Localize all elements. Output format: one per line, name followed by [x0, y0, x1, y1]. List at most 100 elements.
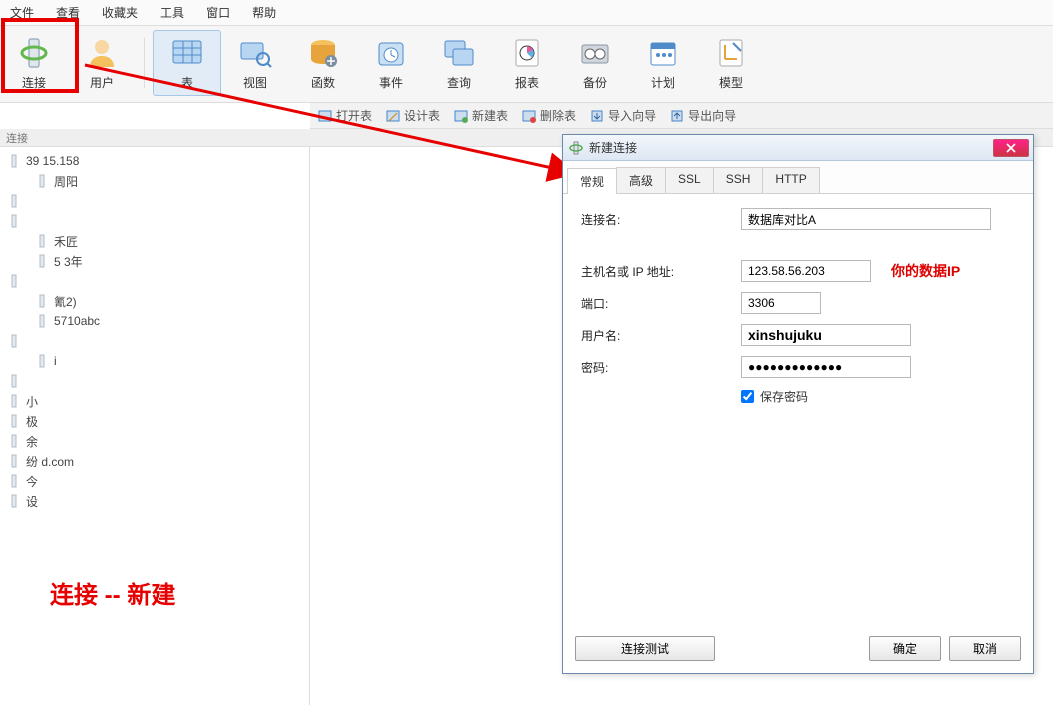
dialog-close-button[interactable] — [993, 139, 1029, 157]
action-delete-table[interactable]: 删除表 — [522, 107, 576, 124]
main-toolbar: 连接 用户 表 视图 函数 事件 查询 — [0, 26, 1053, 103]
menu-tools[interactable]: 工具 — [160, 4, 184, 21]
toolbar-connect-label: 连接 — [22, 74, 46, 91]
connect-icon — [16, 35, 52, 71]
menu-window[interactable]: 窗口 — [206, 4, 230, 21]
tree-item-label: 设 — [26, 493, 38, 510]
action-new-table[interactable]: 新建表 — [454, 107, 508, 124]
action-bar: 打开表 设计表 新建表 删除表 导入向导 导出向导 — [310, 103, 1053, 129]
label-save-password: 保存密码 — [760, 388, 808, 405]
menu-fav[interactable]: 收藏夹 — [102, 4, 138, 21]
tab-ssl[interactable]: SSL — [665, 167, 714, 193]
toolbar-table-label: 表 — [181, 74, 193, 91]
tab-advanced[interactable]: 高级 — [616, 167, 666, 193]
tree-item[interactable]: 39 15.158 — [0, 151, 309, 171]
toolbar-user-label: 用户 — [90, 74, 114, 91]
backup-icon — [577, 35, 613, 71]
toolbar-model-button[interactable]: 模型 — [697, 30, 765, 96]
toolbar-event-button[interactable]: 事件 — [357, 30, 425, 96]
function-icon — [305, 35, 341, 71]
menu-view[interactable]: 查看 — [56, 4, 80, 21]
tree-item[interactable]: 设 — [0, 491, 309, 511]
dialog-buttons: 连接测试 确定 取消 — [563, 628, 1033, 673]
tree-item[interactable]: 今 — [0, 471, 309, 491]
toolbar-function-button[interactable]: 函数 — [289, 30, 357, 96]
label-connection-name: 连接名: — [581, 211, 741, 228]
user-icon — [84, 35, 120, 71]
toolbar-table-button[interactable]: 表 — [153, 30, 221, 96]
tree-item-label: 39 15.158 — [26, 154, 79, 168]
label-password: 密码: — [581, 359, 741, 376]
tree-item[interactable]: 禾匠 — [0, 231, 309, 251]
toolbar-report-button[interactable]: 报表 — [493, 30, 561, 96]
tree-item[interactable]: 5 3年 — [0, 251, 309, 271]
annotation-text: 连接 -- 新建 — [50, 575, 175, 610]
tab-general[interactable]: 常规 — [567, 168, 617, 194]
table-icon — [169, 35, 205, 71]
annotation-your-ip: 你的数据IP — [891, 261, 960, 281]
toolbar-function-label: 函数 — [311, 74, 335, 91]
tree-item-label: 周阳 — [54, 173, 78, 190]
tree-item-label: 小 — [26, 393, 38, 410]
action-import[interactable]: 导入向导 — [590, 107, 656, 124]
toolbar-query-button[interactable]: 查询 — [425, 30, 493, 96]
button-cancel[interactable]: 取消 — [949, 636, 1021, 661]
toolbar-plan-button[interactable]: 计划 — [629, 30, 697, 96]
checkbox-save-password[interactable] — [741, 390, 754, 403]
close-icon — [1006, 143, 1016, 153]
menu-file[interactable]: 文件 — [10, 4, 34, 21]
tree-item-label: 纷 d.com — [26, 453, 74, 470]
action-open-table[interactable]: 打开表 — [318, 107, 372, 124]
tab-ssh[interactable]: SSH — [713, 167, 764, 193]
toolbar-backup-button[interactable]: 备份 — [561, 30, 629, 96]
tree-item[interactable] — [0, 331, 309, 351]
tree-item[interactable]: 纷 d.com — [0, 451, 309, 471]
tree-item-label: 5710abc — [54, 314, 100, 328]
event-icon — [373, 35, 409, 71]
tree-item[interactable]: i — [0, 351, 309, 371]
tree-item-label: 余 — [26, 433, 38, 450]
action-design-table[interactable]: 设计表 — [386, 107, 440, 124]
toolbar-view-label: 视图 — [243, 74, 267, 91]
dialog-titlebar[interactable]: 新建连接 — [563, 135, 1033, 161]
button-test-connection[interactable]: 连接测试 — [575, 636, 715, 661]
label-port: 端口: — [581, 295, 741, 312]
tree-item[interactable]: 小 — [0, 391, 309, 411]
tree-item-label: 极 — [26, 413, 38, 430]
tree-item[interactable] — [0, 211, 309, 231]
tree-item-label: 今 — [26, 473, 38, 490]
tree-item[interactable]: 周阳 — [0, 171, 309, 191]
tree-item[interactable] — [0, 271, 309, 291]
input-host[interactable] — [741, 260, 871, 282]
tree-item[interactable]: 5710abc — [0, 311, 309, 331]
input-connection-name[interactable] — [741, 208, 991, 230]
query-icon — [441, 35, 477, 71]
dialog-title: 新建连接 — [589, 139, 637, 156]
view-icon — [237, 35, 273, 71]
report-icon — [509, 35, 545, 71]
toolbar-report-label: 报表 — [515, 74, 539, 91]
action-export[interactable]: 导出向导 — [670, 107, 736, 124]
tree-item[interactable] — [0, 371, 309, 391]
tree-item-label: 氰2) — [54, 293, 77, 310]
button-ok[interactable]: 确定 — [869, 636, 941, 661]
tree-item[interactable] — [0, 191, 309, 211]
connection-tree[interactable]: 39 15.158 周阳禾匠5 3年氰2) 5710abc i 小极余纷 d.com 今设 — [0, 147, 310, 705]
dialog-icon — [569, 141, 583, 155]
input-user[interactable] — [741, 324, 911, 346]
menu-help[interactable]: 帮助 — [252, 4, 276, 21]
tab-http[interactable]: HTTP — [762, 167, 819, 193]
tree-item[interactable]: 氰2) — [0, 291, 309, 311]
toolbar-separator — [144, 38, 145, 88]
tree-item[interactable]: 余 — [0, 431, 309, 451]
toolbar-connect-button[interactable]: 连接 — [0, 30, 68, 96]
tree-item[interactable]: 极 — [0, 411, 309, 431]
plan-icon — [645, 35, 681, 71]
tree-item-label: 禾匠 — [54, 233, 78, 250]
input-password[interactable] — [741, 356, 911, 378]
label-host: 主机名或 IP 地址: — [581, 263, 741, 280]
toolbar-event-label: 事件 — [379, 74, 403, 91]
toolbar-view-button[interactable]: 视图 — [221, 30, 289, 96]
toolbar-user-button[interactable]: 用户 — [68, 30, 136, 96]
input-port[interactable] — [741, 292, 821, 314]
